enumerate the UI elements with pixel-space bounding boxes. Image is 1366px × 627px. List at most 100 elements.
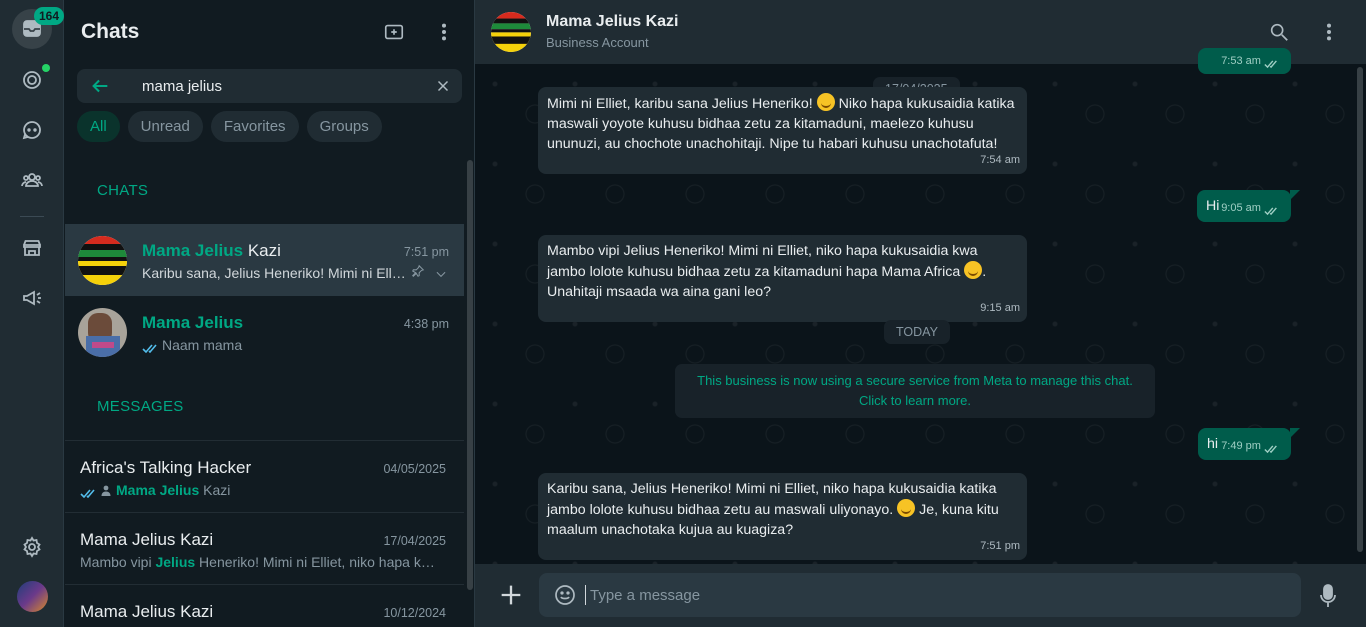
clear-icon <box>437 80 449 92</box>
incoming-message[interactable]: Mambo vipi Jelius Heneriko! Mimi ni Elli… <box>538 235 1027 322</box>
date-separator: TODAY <box>884 320 950 344</box>
message-time: 7:53 am <box>1221 51 1284 71</box>
result-chat-name: Mama Jelius Kazi <box>80 602 214 621</box>
result-date: 10/12/2024 <box>383 606 446 620</box>
conversation-scrollbar[interactable] <box>1357 67 1363 552</box>
channels-icon <box>22 121 41 140</box>
filter-unread[interactable]: Unread <box>127 111 203 142</box>
back-arrow-icon <box>92 79 108 93</box>
incoming-message[interactable]: Karibu sana, Jelius Heneriko! Mimi ni El… <box>538 473 1027 560</box>
chat-time: 4:38 pm <box>403 317 449 331</box>
status-icon <box>23 71 41 89</box>
message-composer <box>475 564 1366 627</box>
pin-icon <box>411 264 425 278</box>
read-ticks-icon <box>80 486 97 498</box>
filter-all[interactable]: All <box>77 111 120 142</box>
plus-icon <box>501 585 521 605</box>
search-chat-button[interactable] <box>1264 17 1294 47</box>
outgoing-message[interactable]: Hi 9:05 am <box>1197 190 1291 222</box>
message-result-row[interactable]: Mama Jelius Kazi 17/04/2025 Mambo vipi J… <box>65 512 464 584</box>
profile-avatar[interactable] <box>17 581 48 612</box>
chat-name: Mama Jelius <box>142 313 244 332</box>
avatar <box>78 308 127 357</box>
list-scrollbar[interactable] <box>467 160 473 590</box>
outgoing-message[interactable]: hi 7:49 pm <box>1198 428 1291 460</box>
store-nav-button[interactable] <box>12 228 52 268</box>
message-field <box>539 573 1301 617</box>
communities-icon <box>21 173 43 187</box>
contact-avatar[interactable] <box>491 12 531 52</box>
attach-button[interactable] <box>497 581 525 609</box>
message-time: 9:05 am <box>1221 198 1284 218</box>
bubble-tail <box>1290 190 1300 200</box>
status-dot <box>42 64 50 72</box>
result-preview: Mambo vipi Jelius Heneriko! Mimi ni Elli… <box>80 554 440 570</box>
search-input[interactable] <box>142 75 422 97</box>
communities-nav-button[interactable] <box>12 160 52 200</box>
broadcast-nav-button[interactable] <box>12 278 52 318</box>
message-input[interactable] <box>585 585 1275 605</box>
conversation-panel: Mama Jelius Kazi Business Account 7:53 a… <box>475 0 1366 627</box>
search-back-button[interactable] <box>89 75 111 97</box>
menu-icon <box>441 23 447 41</box>
whatsapp-window: 164 Chats mama jelius All Unread Favorit… <box>0 0 1366 627</box>
messages-section-label: MESSAGES <box>97 398 184 415</box>
mic-icon <box>1320 584 1336 607</box>
search-bar <box>77 69 462 103</box>
chat-row-mama-jelius[interactable]: Mama Jelius 4:38 pm Naam mama <box>65 296 464 368</box>
message-time: 7:54 am <box>980 154 1020 166</box>
message-time: 7:49 pm <box>1221 436 1284 456</box>
message-time: 9:15 am <box>980 302 1020 314</box>
outgoing-message[interactable]: 7:53 am <box>1198 48 1291 74</box>
message-time: 7:51 pm <box>980 540 1020 552</box>
emoji-button[interactable] <box>553 583 577 607</box>
result-preview: Mama Jelius Kazi <box>80 482 440 498</box>
menu-icon <box>1326 23 1332 41</box>
result-chat-name: Africa's Talking Hacker <box>80 458 252 477</box>
chat-list-panel: Chats All Unread Favorites Groups CHATS <box>65 0 475 627</box>
message-result-row[interactable]: Africa's Talking Hacker 04/05/2025 Mama … <box>65 440 464 512</box>
chat-time: 7:51 pm <box>403 245 449 259</box>
chat-name: Mama Jelius Kazi <box>142 241 281 260</box>
result-date: 17/04/2025 <box>383 534 446 548</box>
conversation-menu-button[interactable] <box>1314 17 1344 47</box>
store-icon <box>23 240 41 256</box>
message-result-row[interactable]: Mama Jelius Kazi 10/12/2024 <box>65 584 464 627</box>
emoji-icon <box>555 585 575 605</box>
filter-favorites[interactable]: Favorites <box>210 111 299 142</box>
bubble-tail <box>1290 428 1300 438</box>
panel-title: Chats <box>81 20 140 43</box>
smile-emoji-icon <box>816 93 835 111</box>
channels-nav-button[interactable] <box>12 110 52 150</box>
filter-groups[interactable]: Groups <box>306 111 382 142</box>
chats-section-label: CHATS <box>97 182 149 199</box>
filter-chips: All Unread Favorites Groups <box>77 111 382 142</box>
avatar <box>78 236 127 285</box>
settings-icon <box>23 536 41 558</box>
result-date: 04/05/2025 <box>383 462 446 476</box>
unread-badge: 164 <box>34 7 65 25</box>
person-icon <box>100 483 112 496</box>
list-menu-button[interactable] <box>429 17 459 47</box>
chevron-down-icon[interactable] <box>434 267 448 281</box>
chat-preview: Naam mama <box>142 337 412 353</box>
contact-subtitle: Business Account <box>546 35 649 50</box>
result-chat-name: Mama Jelius Kazi <box>80 530 214 549</box>
rail-divider <box>20 216 44 217</box>
contact-name: Mama Jelius Kazi <box>546 13 679 30</box>
new-chat-icon <box>384 24 404 40</box>
megaphone-icon <box>23 290 41 306</box>
chat-preview: Karibu sana, Jelius Heneriko! Mimi ni El… <box>142 265 407 281</box>
new-chat-button[interactable] <box>379 17 409 47</box>
chat-row-mama-jelius-kazi[interactable]: Mama Jelius Kazi 7:51 pm Karibu sana, Je… <box>65 224 464 296</box>
settings-nav-button[interactable] <box>12 527 52 567</box>
smile-emoji-icon <box>964 261 983 279</box>
system-notice[interactable]: This business is now using a secure serv… <box>675 364 1155 418</box>
incoming-message[interactable]: Mimi ni Elliet, karibu sana Jelius Hener… <box>538 87 1027 174</box>
search-icon <box>1270 23 1288 41</box>
smile-emoji-icon <box>897 499 916 517</box>
clear-search-button[interactable] <box>434 77 452 95</box>
read-ticks-icon <box>142 341 159 353</box>
voice-message-button[interactable] <box>1316 583 1340 609</box>
nav-rail: 164 <box>0 0 65 627</box>
